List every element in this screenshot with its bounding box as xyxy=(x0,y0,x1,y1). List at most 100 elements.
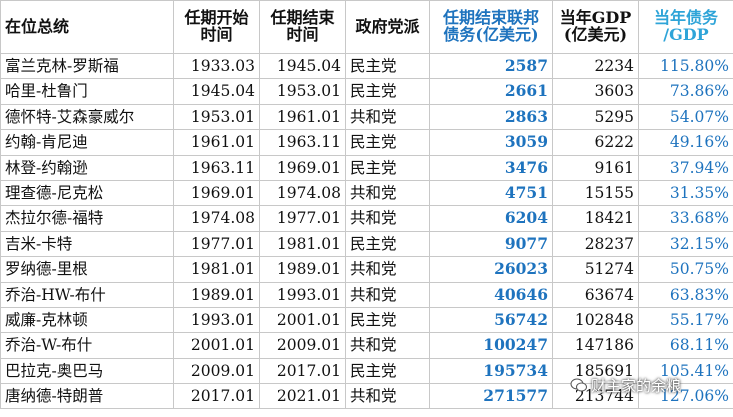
cell-ratio[interactable]: 31.35% xyxy=(638,179,733,207)
cell-debt[interactable]: 4751 xyxy=(429,179,553,207)
cell-debt[interactable]: 26023 xyxy=(429,256,553,283)
cell-debt[interactable]: 56742 xyxy=(429,306,553,334)
cell-end[interactable]: 2009.01 xyxy=(259,332,346,359)
cell-party[interactable]: 共和党 xyxy=(345,383,430,410)
cell-debt[interactable]: 195734 xyxy=(429,357,553,385)
cell-party[interactable]: 共和党 xyxy=(345,179,430,207)
cell-end[interactable]: 1953.01 xyxy=(259,78,346,105)
cell-debt[interactable]: 271577 xyxy=(429,383,553,410)
cell-name[interactable]: 富兰克林-罗斯福 xyxy=(0,52,174,80)
cell-ratio[interactable]: 63.83% xyxy=(638,281,733,308)
cell-end[interactable]: 1974.08 xyxy=(259,179,346,207)
cell-debt[interactable]: 6204 xyxy=(429,205,553,232)
cell-name[interactable]: 唐纳德-特朗普 xyxy=(0,383,174,410)
header-president[interactable]: 在位总统 xyxy=(0,0,174,54)
cell-name[interactable]: 乔治-HW-布什 xyxy=(0,281,174,308)
cell-start[interactable]: 1961.01 xyxy=(173,129,260,156)
cell-start[interactable]: 2009.01 xyxy=(173,357,260,385)
cell-ratio[interactable]: 33.68% xyxy=(638,205,733,232)
cell-party[interactable]: 民主党 xyxy=(345,230,430,258)
cell-end[interactable]: 1969.01 xyxy=(259,154,346,181)
cell-gdp[interactable]: 28237 xyxy=(552,230,639,258)
cell-start[interactable]: 1993.01 xyxy=(173,306,260,334)
cell-party[interactable]: 民主党 xyxy=(345,78,430,105)
cell-gdp[interactable]: 9161 xyxy=(552,154,639,181)
cell-name[interactable]: 林登-约翰逊 xyxy=(0,154,174,181)
cell-party[interactable]: 共和党 xyxy=(345,256,430,283)
cell-ratio[interactable]: 68.11% xyxy=(638,332,733,359)
cell-debt[interactable]: 3476 xyxy=(429,154,553,181)
cell-ratio[interactable]: 54.07% xyxy=(638,103,733,131)
header-start[interactable]: 任期开始 时间 xyxy=(173,0,260,54)
header-end[interactable]: 任期结束 时间 xyxy=(259,0,346,54)
cell-end[interactable]: 1977.01 xyxy=(259,205,346,232)
cell-name[interactable]: 吉米-卡特 xyxy=(0,230,174,258)
cell-debt[interactable]: 100247 xyxy=(429,332,553,359)
cell-party[interactable]: 共和党 xyxy=(345,332,430,359)
cell-gdp[interactable]: 18421 xyxy=(552,205,639,232)
header-ratio[interactable]: 当年债务 /GDP xyxy=(638,0,733,54)
cell-name[interactable]: 哈里-杜鲁门 xyxy=(0,78,174,105)
cell-name[interactable]: 乔治-W-布什 xyxy=(0,332,174,359)
cell-gdp[interactable]: 63674 xyxy=(552,281,639,308)
cell-party[interactable]: 共和党 xyxy=(345,205,430,232)
cell-ratio[interactable]: 73.86% xyxy=(638,78,733,105)
cell-gdp[interactable]: 6222 xyxy=(552,129,639,156)
cell-name[interactable]: 杰拉尔德-福特 xyxy=(0,205,174,232)
cell-debt[interactable]: 9077 xyxy=(429,230,553,258)
cell-party[interactable]: 民主党 xyxy=(345,129,430,156)
cell-start[interactable]: 2001.01 xyxy=(173,332,260,359)
cell-start[interactable]: 1945.04 xyxy=(173,78,260,105)
cell-end[interactable]: 2001.01 xyxy=(259,306,346,334)
cell-gdp[interactable]: 51274 xyxy=(552,256,639,283)
cell-start[interactable]: 1974.08 xyxy=(173,205,260,232)
cell-end[interactable]: 1989.01 xyxy=(259,256,346,283)
cell-party[interactable]: 民主党 xyxy=(345,154,430,181)
cell-party[interactable]: 民主党 xyxy=(345,357,430,385)
cell-end[interactable]: 2017.01 xyxy=(259,357,346,385)
cell-ratio[interactable]: 55.17% xyxy=(638,306,733,334)
cell-gdp[interactable]: 15155 xyxy=(552,179,639,207)
cell-debt[interactable]: 2863 xyxy=(429,103,553,131)
cell-party[interactable]: 共和党 xyxy=(345,103,430,131)
cell-party[interactable]: 共和党 xyxy=(345,281,430,308)
cell-end[interactable]: 1961.01 xyxy=(259,103,346,131)
cell-name[interactable]: 约翰-肯尼迪 xyxy=(0,129,174,156)
cell-ratio[interactable]: 50.75% xyxy=(638,256,733,283)
cell-end[interactable]: 1993.01 xyxy=(259,281,346,308)
cell-start[interactable]: 1981.01 xyxy=(173,256,260,283)
cell-gdp[interactable]: 2234 xyxy=(552,52,639,80)
header-gdp[interactable]: 当年GDP (亿美元) xyxy=(552,0,639,54)
cell-name[interactable]: 德怀特-艾森豪威尔 xyxy=(0,103,174,131)
cell-name[interactable]: 罗纳德-里根 xyxy=(0,256,174,283)
cell-start[interactable]: 2017.01 xyxy=(173,383,260,410)
cell-ratio[interactable]: 49.16% xyxy=(638,129,733,156)
cell-party[interactable]: 民主党 xyxy=(345,52,430,80)
cell-name[interactable]: 巴拉克-奥巴马 xyxy=(0,357,174,385)
cell-ratio[interactable]: 32.15% xyxy=(638,230,733,258)
header-party[interactable]: 政府党派 xyxy=(345,0,430,54)
cell-start[interactable]: 1963.11 xyxy=(173,154,260,181)
cell-debt[interactable]: 40646 xyxy=(429,281,553,308)
cell-gdp[interactable]: 147186 xyxy=(552,332,639,359)
cell-end[interactable]: 1963.11 xyxy=(259,129,346,156)
cell-gdp[interactable]: 3603 xyxy=(552,78,639,105)
cell-start[interactable]: 1989.01 xyxy=(173,281,260,308)
cell-start[interactable]: 1953.01 xyxy=(173,103,260,131)
cell-ratio[interactable]: 115.80% xyxy=(638,52,733,80)
cell-gdp[interactable]: 5295 xyxy=(552,103,639,131)
cell-debt[interactable]: 2661 xyxy=(429,78,553,105)
cell-start[interactable]: 1969.01 xyxy=(173,179,260,207)
cell-start[interactable]: 1977.01 xyxy=(173,230,260,258)
cell-debt[interactable]: 3059 xyxy=(429,129,553,156)
cell-end[interactable]: 1981.01 xyxy=(259,230,346,258)
header-debt[interactable]: 任期结束联邦 债务(亿美元) xyxy=(429,0,553,54)
cell-debt[interactable]: 2587 xyxy=(429,52,553,80)
cell-name[interactable]: 威廉-克林顿 xyxy=(0,306,174,334)
cell-start[interactable]: 1933.03 xyxy=(173,52,260,80)
cell-name[interactable]: 理查德-尼克松 xyxy=(0,179,174,207)
cell-party[interactable]: 民主党 xyxy=(345,306,430,334)
cell-gdp[interactable]: 102848 xyxy=(552,306,639,334)
cell-end[interactable]: 2021.01 xyxy=(259,383,346,410)
cell-ratio[interactable]: 37.94% xyxy=(638,154,733,181)
